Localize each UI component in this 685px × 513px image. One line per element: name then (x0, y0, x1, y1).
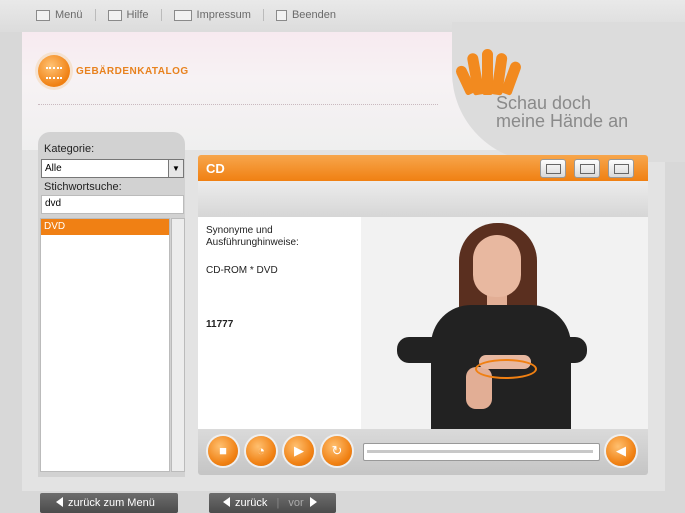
header-divider (38, 104, 438, 105)
back-label: zurück (235, 497, 268, 509)
sign-id: 11777 (206, 319, 234, 330)
help-label: Hilfe (126, 9, 149, 21)
nav-divider: | (276, 497, 280, 509)
logo-icon (38, 55, 70, 87)
imprint-label: Impressum (196, 9, 251, 21)
history-nav: zurück | vor (209, 493, 336, 513)
category-select[interactable]: Alle ▼ (41, 159, 184, 178)
search-value: dvd (45, 198, 62, 209)
logo: GEBÄRDENKATALOG (38, 55, 189, 87)
video-person-face (473, 235, 521, 297)
category-label: Kategorie: (44, 143, 95, 155)
results-scrollbar[interactable] (171, 218, 185, 472)
copy-button[interactable] (608, 159, 634, 178)
camera-icon: ■ (219, 443, 227, 458)
sign-video[interactable] (361, 217, 648, 429)
nav-divider (160, 9, 162, 21)
top-nav: Menü Hilfe Impressum Beenden (36, 9, 336, 21)
slogan-line-1: Schau doch (496, 93, 592, 113)
back-to-menu-label: zurück zum Menü (68, 497, 155, 509)
title-bar: CD (198, 155, 648, 181)
search-label: Stichwortsuche: (44, 181, 122, 193)
forward-button[interactable]: vor (288, 497, 326, 509)
back-to-menu-button[interactable]: zurück zum Menü (40, 493, 178, 513)
help-icon (107, 9, 122, 21)
copy-icon (614, 164, 629, 174)
synonyms-label-line-1: Synonyme und (206, 225, 273, 236)
clock-icon: ◔ (257, 443, 265, 458)
synonyms-value: CD-ROM * DVD (206, 265, 278, 276)
slogan: Schau doch meine Hände an (496, 94, 628, 130)
search-input[interactable]: dvd (41, 195, 184, 214)
motion-indicator-icon (475, 359, 537, 379)
sign-title: CD (206, 161, 225, 176)
logo-text: GEBÄRDENKATALOG (76, 65, 189, 77)
video-progress-bar[interactable] (363, 443, 600, 461)
nav-divider (94, 9, 96, 21)
print-icon (580, 164, 595, 174)
quit-label: Beenden (291, 9, 336, 21)
arrow-right-icon (309, 497, 317, 507)
rewind-icon: ◀ (616, 443, 626, 458)
arrow-left-icon (223, 497, 230, 507)
chevron-down-icon[interactable]: ▼ (168, 160, 183, 177)
category-value: Alle (45, 163, 62, 174)
hands-logo-icon (454, 40, 526, 96)
play-icon: ▶ (294, 443, 304, 458)
back-button[interactable]: zurück (209, 497, 267, 509)
synonyms-label: Synonyme und Ausführunghinweise: (206, 225, 299, 249)
synonyms-label-line-2: Ausführunghinweise: (206, 237, 299, 248)
toolbar-area (198, 181, 648, 218)
help-link[interactable]: Hilfe (107, 9, 149, 21)
camera-button[interactable]: ■ (208, 436, 238, 466)
video-progress-track (367, 450, 593, 453)
imprint-link[interactable]: Impressum (173, 9, 251, 21)
monitor-icon (36, 9, 50, 21)
print-button[interactable] (574, 159, 600, 178)
nav-divider (262, 9, 264, 21)
play-button[interactable]: ▶ (284, 436, 314, 466)
results-list: DVD (40, 218, 170, 472)
repeat-button[interactable]: ↻ (322, 436, 352, 466)
slow-motion-button[interactable]: ◔ (246, 436, 276, 466)
sign-detail-panel: CD Synonyme und Ausführunghinweise: CD-R… (198, 155, 648, 475)
export-button[interactable] (540, 159, 566, 178)
film-icon (173, 9, 192, 21)
info-panel: Synonyme und Ausführunghinweise: CD-ROM … (198, 217, 362, 429)
repeat-icon: ↻ (331, 443, 343, 458)
arrow-left-icon (56, 497, 63, 507)
menu-label: Menü (55, 9, 83, 21)
list-item[interactable]: DVD (41, 219, 169, 235)
rewind-button[interactable]: ◀ (606, 436, 636, 466)
export-icon (546, 164, 561, 174)
forward-label: vor (288, 497, 304, 509)
video-controls: ■ ◔ ▶ ↻ ◀ (198, 429, 648, 475)
close-box-icon (275, 9, 287, 21)
sidebar: Kategorie: Alle ▼ Stichwortsuche: dvd DV… (38, 132, 185, 477)
menu-link[interactable]: Menü (36, 9, 83, 21)
slogan-line-2: meine Hände an (496, 111, 629, 131)
quit-link[interactable]: Beenden (275, 9, 336, 21)
